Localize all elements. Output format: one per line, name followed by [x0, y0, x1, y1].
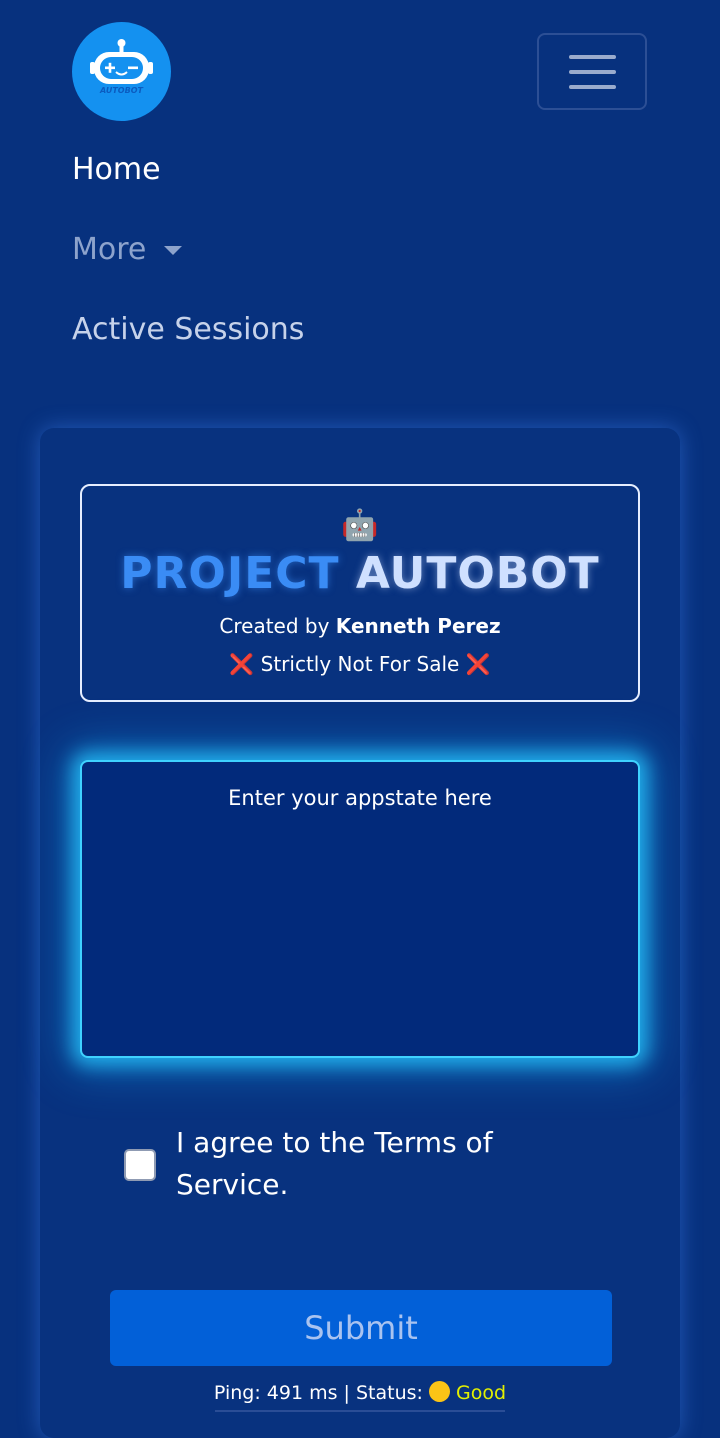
nav-more-dropdown[interactable]: More: [72, 232, 183, 268]
robot-logo-icon: AUTOBOT: [90, 39, 153, 95]
terms-checkbox[interactable]: [124, 1149, 156, 1181]
ping-label: Ping:: [213, 1382, 261, 1404]
cross-mark-icon: ❌: [229, 652, 255, 676]
creator-prefix: Created by: [219, 614, 330, 638]
status-separator: |: [343, 1382, 350, 1404]
project-title-word-1: PROJECT: [120, 548, 340, 599]
creator-credit: Created by Kenneth Perez: [82, 612, 638, 640]
main-card: 🤖 PROJECT AUTOBOT Created by Kenneth Per…: [40, 428, 680, 1438]
terms-label[interactable]: I agree to the Terms of Service.: [176, 1122, 516, 1206]
status-label: Status:: [356, 1382, 423, 1404]
nav-home-link[interactable]: Home: [72, 152, 161, 188]
status-value: Good: [456, 1382, 507, 1404]
status-dot-icon: [429, 1381, 450, 1402]
project-title: PROJECT AUTOBOT: [82, 548, 638, 600]
not-for-sale-notice: ❌ Strictly Not For Sale ❌: [82, 650, 638, 678]
ping-value: 491 ms: [266, 1382, 338, 1404]
project-title-box: 🤖 PROJECT AUTOBOT Created by Kenneth Per…: [80, 484, 640, 702]
nav-active-sessions-link[interactable]: Active Sessions: [72, 312, 304, 348]
cross-mark-icon: ❌: [465, 652, 491, 676]
menu-bar-icon: [568, 84, 616, 89]
status-bar: Ping: 491 ms | Status: Good: [40, 1380, 680, 1406]
not-for-sale-text: Strictly Not For Sale: [260, 652, 460, 676]
status-divider: [215, 1410, 505, 1412]
logo-text: AUTOBOT: [99, 86, 143, 95]
nav-more-label: More: [72, 232, 147, 267]
project-title-word-2: AUTOBOT: [355, 548, 600, 599]
hamburger-menu-button[interactable]: [537, 33, 647, 110]
caret-down-icon: [164, 245, 183, 255]
menu-bar-icon: [568, 54, 616, 59]
terms-agreement: I agree to the Terms of Service.: [124, 1122, 516, 1206]
appstate-input[interactable]: [80, 760, 640, 1058]
autobot-logo[interactable]: AUTOBOT: [72, 22, 171, 121]
creator-name: Kenneth Perez: [335, 614, 501, 638]
submit-button[interactable]: Submit: [110, 1290, 612, 1366]
menu-bar-icon: [568, 69, 616, 74]
robot-icon: 🤖: [341, 508, 379, 543]
